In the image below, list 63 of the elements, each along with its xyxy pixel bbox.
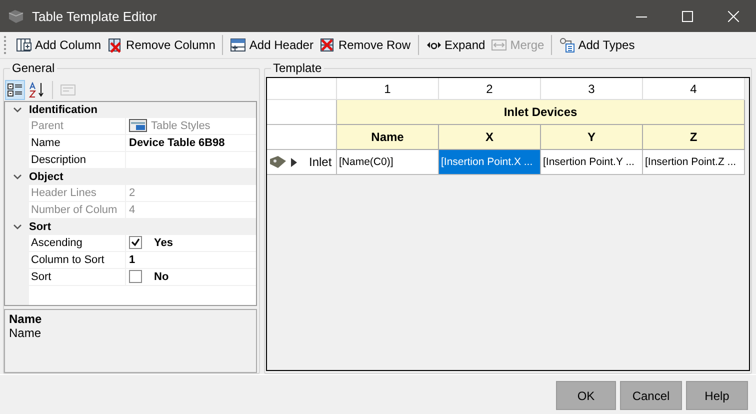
row-pointer-icon bbox=[291, 158, 297, 166]
property-name[interactable]: Ascending bbox=[29, 234, 126, 251]
header-cell[interactable]: X bbox=[439, 125, 541, 150]
categorized-icon bbox=[7, 82, 23, 98]
property-value[interactable]: Device Table 6B98 bbox=[129, 134, 225, 151]
dialog-button[interactable]: Help bbox=[686, 381, 748, 410]
add-header-icon bbox=[230, 37, 246, 53]
group-label: General bbox=[10, 61, 57, 75]
add-column-icon bbox=[16, 37, 32, 53]
category-label: Identification bbox=[29, 104, 98, 116]
table-cell[interactable]: [Insertion Point.X ... bbox=[439, 150, 541, 175]
merge-icon bbox=[491, 37, 508, 53]
row-tag-icon bbox=[269, 155, 287, 169]
table-cell[interactable]: [Insertion Point.Z ... bbox=[643, 150, 745, 175]
group-label: Template bbox=[271, 61, 324, 75]
header-cell[interactable]: Name bbox=[337, 125, 439, 150]
property-pages-icon bbox=[60, 82, 76, 98]
toolbar-button[interactable]: Remove Column bbox=[104, 35, 218, 55]
remove-column-icon bbox=[107, 37, 124, 53]
window-title: Table Template Editor bbox=[32, 8, 158, 24]
property-value[interactable]: Table Styles bbox=[151, 118, 210, 134]
category-label: Object bbox=[29, 170, 64, 183]
header-cell[interactable]: Y bbox=[541, 125, 643, 150]
property-name[interactable]: Number of Colum bbox=[29, 202, 126, 218]
row-label: Inlet bbox=[309, 155, 332, 169]
toolbar-button[interactable]: Add Types bbox=[556, 35, 638, 55]
sort-az-icon bbox=[29, 82, 45, 98]
chevron-down-icon[interactable] bbox=[12, 222, 22, 232]
help-text: Name bbox=[9, 326, 42, 340]
property-name[interactable]: Description bbox=[29, 152, 126, 168]
header-cell[interactable]: Z bbox=[643, 125, 745, 150]
property-name[interactable]: Sort bbox=[29, 268, 126, 285]
property-name[interactable]: Name bbox=[29, 134, 126, 151]
property-name[interactable]: Header Lines bbox=[29, 184, 126, 201]
grid-view-button[interactable] bbox=[5, 80, 25, 100]
property-value[interactable]: Yes bbox=[154, 234, 173, 251]
toolbar-button[interactable]: Add Column bbox=[13, 35, 104, 55]
app-icon bbox=[8, 8, 24, 24]
types-icon bbox=[559, 37, 576, 53]
property-value[interactable]: 1 bbox=[129, 252, 136, 268]
close-icon[interactable] bbox=[728, 10, 738, 22]
toolbar-button[interactable]: Add Header bbox=[227, 35, 316, 55]
dialog-button[interactable]: Cancel bbox=[620, 381, 682, 410]
property-name[interactable]: Parent bbox=[29, 118, 126, 134]
empty-cell bbox=[267, 78, 337, 100]
table-cell[interactable]: [Insertion Point.Y ... bbox=[541, 150, 643, 175]
remove-row-icon bbox=[319, 37, 336, 53]
chevron-down-icon[interactable] bbox=[12, 105, 22, 114]
checkbox[interactable] bbox=[129, 236, 142, 250]
toolbar-button[interactable]: Remove Row bbox=[316, 35, 414, 55]
row-header-cell[interactable]: Inlet bbox=[267, 150, 337, 175]
maximize-icon[interactable] bbox=[682, 10, 692, 22]
group-header-cell[interactable]: Inlet Devices bbox=[337, 100, 745, 125]
property-value[interactable]: 2 bbox=[129, 184, 136, 201]
dialog-button[interactable]: OK bbox=[556, 381, 616, 410]
checkbox[interactable] bbox=[129, 270, 142, 284]
help-title: Name bbox=[9, 312, 43, 326]
toolbar-button[interactable]: Expand bbox=[422, 35, 488, 55]
chevron-down-icon[interactable] bbox=[12, 172, 22, 182]
property-value[interactable]: 4 bbox=[129, 202, 136, 218]
property-name[interactable]: Column to Sort bbox=[29, 252, 126, 268]
property-value[interactable]: No bbox=[154, 268, 169, 285]
category-label: Sort bbox=[29, 220, 51, 233]
